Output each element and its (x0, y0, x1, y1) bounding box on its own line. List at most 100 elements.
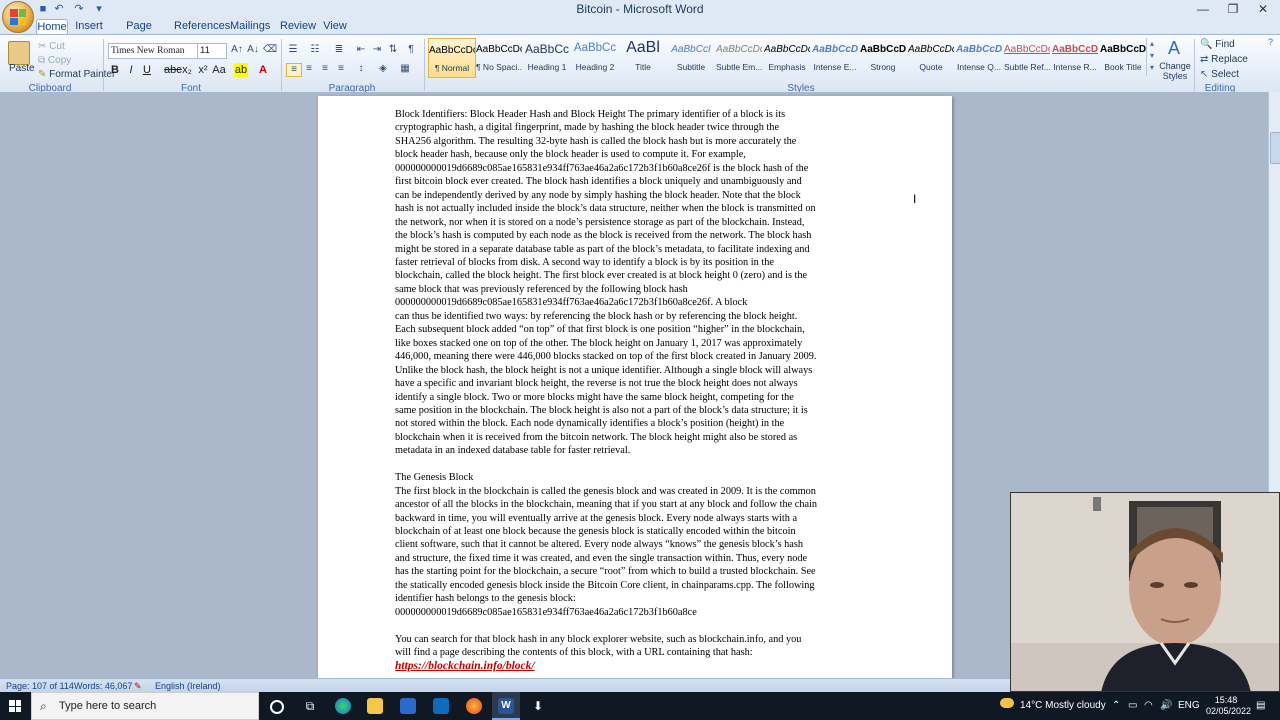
style-no-spacing[interactable]: AaBbCcDc ¶ No Spaci... (476, 38, 522, 76)
keyboard-language[interactable]: ENG (1178, 700, 1200, 711)
webcam-person-image (1011, 493, 1279, 691)
sort-icon[interactable]: ⇅ (386, 44, 400, 56)
volume-icon[interactable]: 🔊 (1160, 700, 1172, 711)
tab-view[interactable]: View (322, 19, 348, 34)
increase-indent-icon[interactable]: ⇥ (370, 44, 384, 56)
select-icon: ↖ (1200, 69, 1212, 80)
minimize-button[interactable]: — (1188, 0, 1218, 18)
app-icon[interactable]: ⬇ (530, 698, 546, 714)
cut-button[interactable]: ✂ Cut (38, 41, 65, 52)
change-case-icon[interactable]: Aa (212, 63, 226, 77)
network-icon[interactable]: ▭ (1128, 700, 1137, 711)
borders-icon[interactable]: ▦ (398, 63, 412, 75)
undo-icon[interactable]: ↶ (52, 2, 66, 16)
heading-genesis-block: The Genesis Block (395, 472, 474, 484)
proofing-icon[interactable]: ✎ (134, 681, 142, 692)
align-right-icon[interactable]: ≡ (318, 63, 332, 75)
decrease-indent-icon[interactable]: ⇤ (354, 44, 368, 56)
save-icon[interactable]: ■ (36, 2, 50, 16)
style-intense-reference[interactable]: AaBbCcDc Intense R... (1052, 38, 1098, 76)
weather-text[interactable]: 14°C Mostly cloudy (1020, 700, 1106, 711)
show-hide-icon[interactable]: ¶ (404, 44, 418, 56)
justify-icon[interactable]: ≡ (334, 63, 348, 75)
change-styles-button[interactable]: Change Styles (1158, 61, 1192, 81)
weather-icon[interactable] (1000, 698, 1014, 708)
windows-start-icon[interactable] (9, 700, 21, 712)
replace-button[interactable]: ⇄ Replace (1200, 54, 1248, 65)
style-intense-emphasis[interactable]: AaBbCcDc Intense E... (812, 38, 858, 76)
clear-formatting-icon[interactable]: ⌫ (263, 44, 277, 56)
find-button[interactable]: 🔍 Find (1200, 39, 1235, 50)
page-count[interactable]: Page: 107 of 114 (6, 681, 74, 691)
bullets-icon[interactable]: ☰ (286, 44, 300, 56)
file-explorer-icon[interactable] (367, 698, 383, 714)
style-intense-quote[interactable]: AaBbCcDc Intense Q... (956, 38, 1002, 76)
grow-font-icon[interactable]: A↑ (230, 44, 244, 56)
redo-icon[interactable]: ↷ (72, 2, 86, 16)
office-button[interactable] (2, 1, 34, 33)
style-subtle-reference[interactable]: AaBbCcDc Subtle Ref... (1004, 38, 1050, 76)
tab-mailings[interactable]: Mailings (230, 19, 270, 34)
numbering-icon[interactable]: ☷ (308, 44, 322, 56)
firefox-icon[interactable] (466, 698, 482, 714)
style-normal[interactable]: AaBbCcDc ¶ Normal (428, 38, 476, 78)
word-count[interactable]: Words: 46,067 (74, 681, 132, 691)
close-button[interactable]: ✕ (1248, 0, 1278, 18)
document-text[interactable]: Block Identifiers: Block Header Hash and… (395, 108, 877, 673)
task-view-icon[interactable]: ⧉ (302, 698, 318, 714)
style-book-title[interactable]: AaBbCcDc Book Title (1100, 38, 1146, 76)
language[interactable]: English (Ireland) (155, 681, 221, 691)
tray-chevron-icon[interactable]: ⌃ (1112, 700, 1120, 711)
customize-qat-icon[interactable]: ▾ (92, 2, 106, 16)
shrink-font-icon[interactable]: A↓ (246, 44, 260, 56)
bold-button[interactable]: B (108, 63, 122, 77)
style-heading-1[interactable]: AaBbCc Heading 1 (524, 38, 570, 76)
help-icon[interactable]: ? (1268, 37, 1273, 47)
style-strong[interactable]: AaBbCcDc Strong (860, 38, 906, 76)
clock[interactable]: 15:48 02/05/2022 (1206, 695, 1251, 717)
style-heading-2[interactable]: AaBbCc Heading 2 (572, 38, 618, 76)
highlight-icon[interactable]: ab (234, 63, 248, 77)
restore-button[interactable]: ❐ (1218, 0, 1248, 18)
tab-home[interactable]: Home (36, 19, 68, 35)
document-line: have a specific and invariant block heig… (395, 378, 798, 390)
wifi-icon[interactable]: ◠ (1144, 700, 1153, 711)
style-quote[interactable]: AaBbCcDc Quote (908, 38, 954, 76)
tab-review[interactable]: Review (280, 19, 316, 34)
style-subtitle[interactable]: AaBbCcI Subtitle (668, 38, 714, 76)
underline-button[interactable]: U (140, 63, 154, 77)
style-emphasis[interactable]: AaBbCcDc Emphasis (764, 38, 810, 76)
notifications-icon[interactable]: ▤ (1256, 700, 1265, 711)
style-subtle-emphasis[interactable]: AaBbCcDc Subtle Em... (716, 38, 762, 76)
align-center-icon[interactable]: ≡ (302, 63, 316, 75)
gallery-scroll[interactable]: ▴ ▾ ▾ (1146, 38, 1157, 76)
subscript-icon[interactable]: x₂ (180, 63, 194, 77)
font-color-icon[interactable]: A (256, 63, 270, 77)
change-styles-icon[interactable]: A (1164, 39, 1184, 57)
edge-icon[interactable] (335, 698, 351, 714)
tab-references[interactable]: References (174, 19, 230, 34)
mail-icon[interactable] (433, 698, 449, 714)
select-button[interactable]: ↖ Select (1200, 69, 1239, 80)
taskbar-search-box[interactable]: ⌕ Type here to search (31, 692, 259, 720)
line-spacing-icon[interactable]: ↕ (354, 63, 368, 75)
strikethrough-icon[interactable]: abc (164, 63, 182, 77)
italic-button[interactable]: I (124, 63, 138, 77)
font-name-combo[interactable]: Times New Roman (108, 43, 198, 59)
copy-button[interactable]: ⧉ Copy (38, 55, 71, 66)
taskbar-word-app[interactable]: W (492, 692, 520, 720)
paste-button[interactable]: Paste (9, 63, 35, 74)
cortana-icon[interactable] (270, 700, 284, 714)
scrollbar-thumb[interactable] (1270, 132, 1280, 164)
shading-icon[interactable]: ◈ (376, 63, 390, 75)
style-title[interactable]: AaBl Title (620, 38, 666, 76)
store-icon[interactable] (400, 698, 416, 714)
blockchain-info-link[interactable]: https://blockchain.info/block/ (395, 660, 535, 672)
tab-insert[interactable]: Insert (74, 19, 104, 34)
font-size-combo[interactable]: 11 (197, 43, 227, 59)
superscript-icon[interactable]: x² (196, 63, 210, 77)
multilevel-list-icon[interactable]: ≣ (332, 44, 346, 56)
paste-icon[interactable] (8, 41, 30, 65)
tab-page-layout[interactable]: Page Layout (114, 19, 164, 47)
align-left-icon[interactable]: ≡ (286, 63, 302, 77)
